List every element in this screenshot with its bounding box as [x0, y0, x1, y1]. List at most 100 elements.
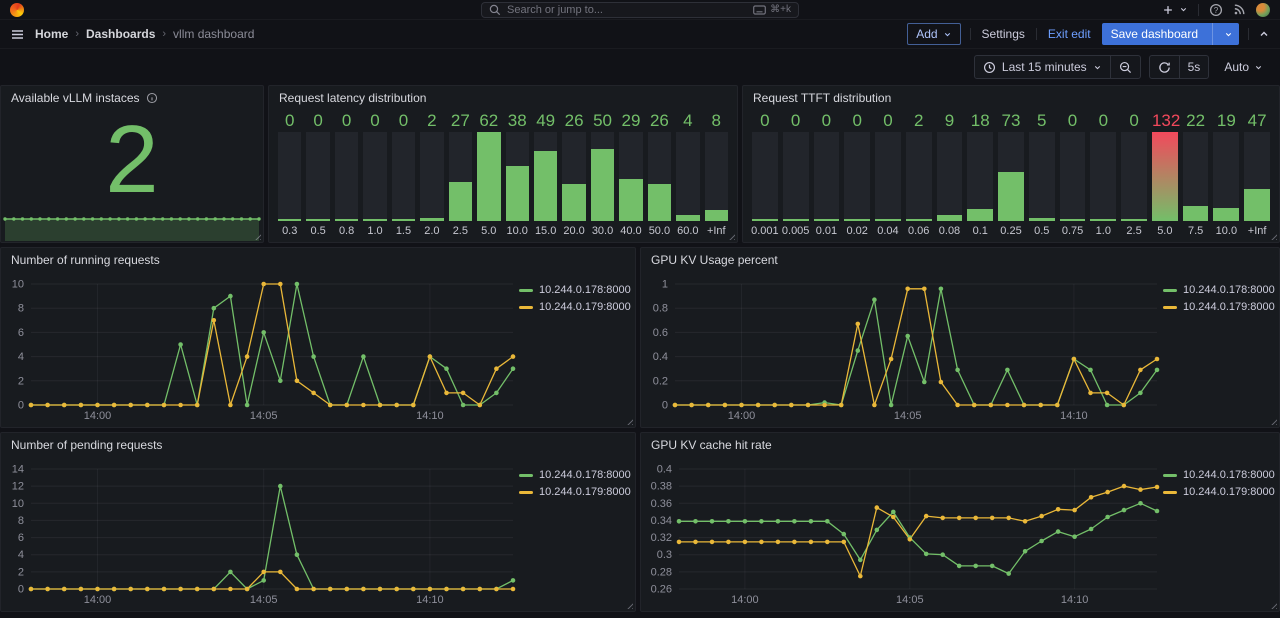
legend-item[interactable]: 10.244.0.178:8000 [519, 284, 631, 296]
bar-bucket: 00.5 [306, 110, 329, 237]
chevron-down-icon[interactable] [1218, 30, 1239, 39]
legend-item[interactable]: 10.244.0.179:8000 [1163, 301, 1275, 313]
legend-item[interactable]: 10.244.0.179:8000 [519, 301, 631, 313]
svg-text:14:05: 14:05 [894, 410, 922, 422]
zoom-out-button[interactable] [1110, 56, 1140, 78]
svg-text:1: 1 [662, 279, 668, 291]
bar-bucket-label: +Inf [1244, 221, 1270, 237]
svg-text:0: 0 [18, 584, 24, 596]
chevron-up-icon[interactable] [1258, 28, 1270, 40]
panel-title[interactable]: GPU KV Usage percent [641, 248, 1279, 272]
refresh-interval[interactable]: 5s [1179, 56, 1209, 78]
bar-fill [363, 219, 386, 221]
info-icon[interactable] [146, 92, 158, 104]
bar-fill [1152, 132, 1178, 221]
bar-fill [937, 215, 963, 221]
bar-track [420, 132, 443, 221]
panel-running-requests: Number of running requests 024681014:001… [0, 247, 636, 428]
auto-refresh-dropdown[interactable]: Auto [1217, 55, 1270, 79]
bar-bucket-label: 40.0 [619, 221, 642, 237]
bar-bucket: 01.5 [392, 110, 415, 237]
breadcrumb: Home › Dashboards › vllm dashboard [35, 27, 897, 41]
news-rss-icon[interactable] [1233, 3, 1246, 16]
divider [970, 28, 971, 40]
legend-swatch [1163, 289, 1177, 292]
bar-gauge-chart: 00.300.500.801.001.522.0272.5625.03810.0… [278, 110, 728, 237]
bar-bucket: 00.02 [844, 110, 870, 237]
legend-item[interactable]: 10.244.0.179:8000 [1163, 486, 1275, 498]
bar-bucket: 227.5 [1183, 110, 1209, 237]
panel-title[interactable]: GPU KV cache hit rate [641, 433, 1279, 457]
bar-value: 49 [534, 110, 557, 132]
svg-text:14:10: 14:10 [1061, 594, 1089, 606]
panel-title[interactable]: Number of running requests [1, 248, 635, 272]
time-range-picker[interactable]: Last 15 minutes [975, 56, 1110, 78]
exit-edit-button[interactable]: Exit edit [1046, 23, 1093, 45]
legend-swatch [519, 306, 533, 309]
bar-fill [676, 215, 699, 221]
add-new-button[interactable] [1162, 0, 1188, 21]
panel-resize-handle[interactable] [727, 232, 735, 240]
bar-track [676, 132, 699, 221]
svg-text:0.28: 0.28 [651, 566, 672, 578]
save-dashboard-button[interactable]: Save dashboard [1102, 23, 1239, 45]
legend-item[interactable]: 10.244.0.179:8000 [519, 486, 631, 498]
bar-bucket-label: 0.01 [814, 221, 840, 237]
help-icon[interactable]: ? [1209, 3, 1223, 17]
time-series-chart: 00.20.40.60.8114:0014:0514:10 [645, 272, 1163, 423]
bar-track [1183, 132, 1209, 221]
panel-title[interactable]: Number of pending requests [1, 433, 635, 457]
bar-value: 62 [477, 110, 500, 132]
search-input[interactable] [507, 4, 747, 16]
panel-title[interactable]: Request latency distribution [269, 86, 737, 110]
bar-bucket-label: 15.0 [534, 221, 557, 237]
bar-bucket: 5030.0 [591, 110, 614, 237]
legend-item[interactable]: 10.244.0.178:8000 [1163, 284, 1275, 296]
bar-value: 0 [306, 110, 329, 132]
legend-swatch [519, 474, 533, 477]
breadcrumb-dashboards[interactable]: Dashboards [86, 27, 155, 41]
legend-label: 10.244.0.178:8000 [1183, 284, 1275, 296]
panel-resize-handle[interactable] [1269, 232, 1277, 240]
clock-icon [983, 61, 996, 74]
svg-text:2: 2 [18, 566, 24, 578]
bar-track [449, 132, 472, 221]
bar-fill [844, 219, 870, 221]
divider [1212, 23, 1213, 45]
bar-bucket: 625.0 [477, 110, 500, 237]
bar-track [1060, 132, 1086, 221]
bar-bucket: 180.1 [967, 110, 993, 237]
settings-button[interactable]: Settings [980, 23, 1027, 45]
bar-bucket: 00.005 [783, 110, 809, 237]
bar-track [752, 132, 778, 221]
breadcrumb-home[interactable]: Home [35, 27, 68, 41]
bar-bucket: 2650.0 [648, 110, 671, 237]
legend-item[interactable]: 10.244.0.178:8000 [1163, 469, 1275, 481]
legend-label: 10.244.0.179:8000 [1183, 301, 1275, 313]
panel-pending-requests: Number of pending requests 0246810121414… [0, 432, 636, 612]
bar-value: 50 [591, 110, 614, 132]
bar-value: 38 [506, 110, 529, 132]
panel-title[interactable]: Request TTFT distribution [743, 86, 1279, 110]
shortcut-label: ⌘+k [770, 4, 791, 15]
refresh-button[interactable] [1150, 56, 1179, 78]
bar-bucket-label: 20.0 [562, 221, 585, 237]
bar-value: 0 [783, 110, 809, 132]
search-box[interactable]: ⌘+k [481, 2, 799, 18]
legend-item[interactable]: 10.244.0.178:8000 [519, 469, 631, 481]
user-avatar[interactable] [1256, 3, 1270, 17]
grafana-logo-icon[interactable] [10, 3, 24, 17]
bar-bucket: 1910.0 [1213, 110, 1239, 237]
bar-track [705, 132, 728, 221]
bar-fill [814, 219, 840, 221]
bar-fill [1121, 219, 1147, 221]
time-range-label: Last 15 minutes [1002, 60, 1087, 74]
bar-track [1244, 132, 1270, 221]
bar-bucket-label: 1.5 [392, 221, 415, 237]
bar-fill [449, 182, 472, 221]
bar-fill [783, 219, 809, 221]
add-button[interactable]: Add [907, 23, 960, 45]
bar-bucket: 272.5 [449, 110, 472, 237]
bar-bucket: 20.06 [906, 110, 932, 237]
menu-hamburger-icon[interactable] [10, 27, 25, 42]
